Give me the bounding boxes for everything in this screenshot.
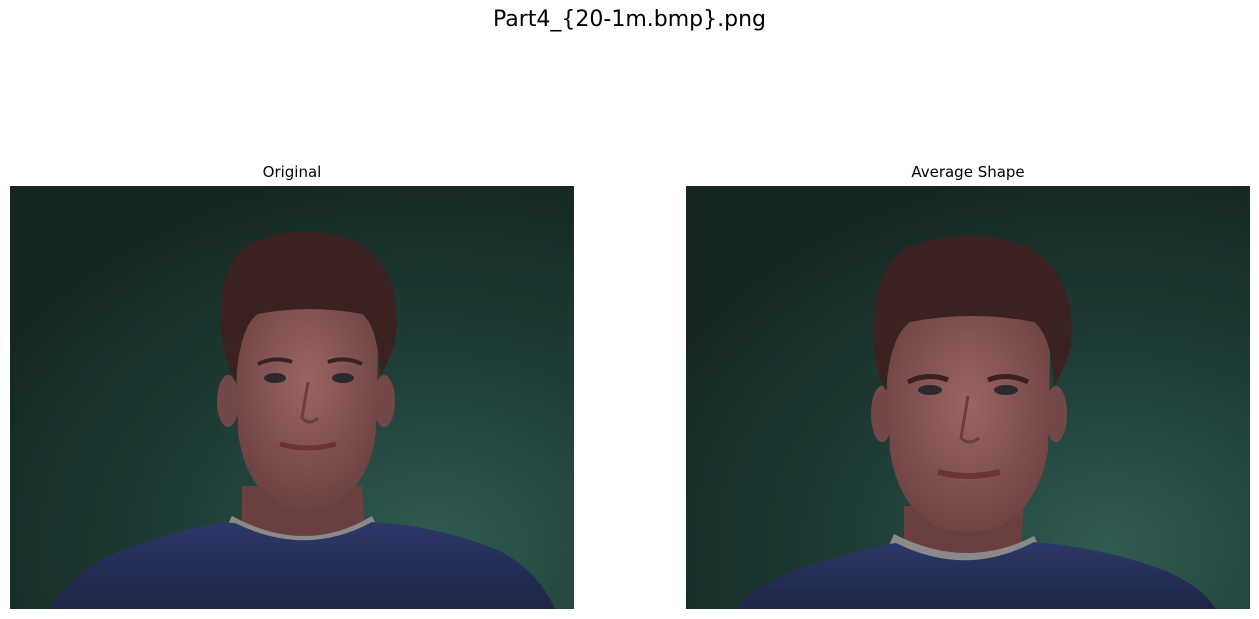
left-eye [918, 385, 942, 395]
original-panel: Original [10, 163, 574, 609]
face [236, 294, 379, 511]
left-ear [217, 375, 239, 427]
right-eye [332, 373, 354, 383]
average-shape-panel-title: Average Shape [911, 163, 1025, 181]
original-panel-title: Original [262, 163, 322, 181]
face [886, 300, 1051, 532]
right-eye [994, 385, 1018, 395]
original-face-photo [10, 186, 574, 609]
figure-title: Part4_{20-1m.bmp}.png [492, 7, 766, 32]
left-eye [264, 373, 286, 383]
average-shape-face-photo [686, 186, 1250, 609]
average-shape-panel: Average Shape [686, 163, 1250, 609]
